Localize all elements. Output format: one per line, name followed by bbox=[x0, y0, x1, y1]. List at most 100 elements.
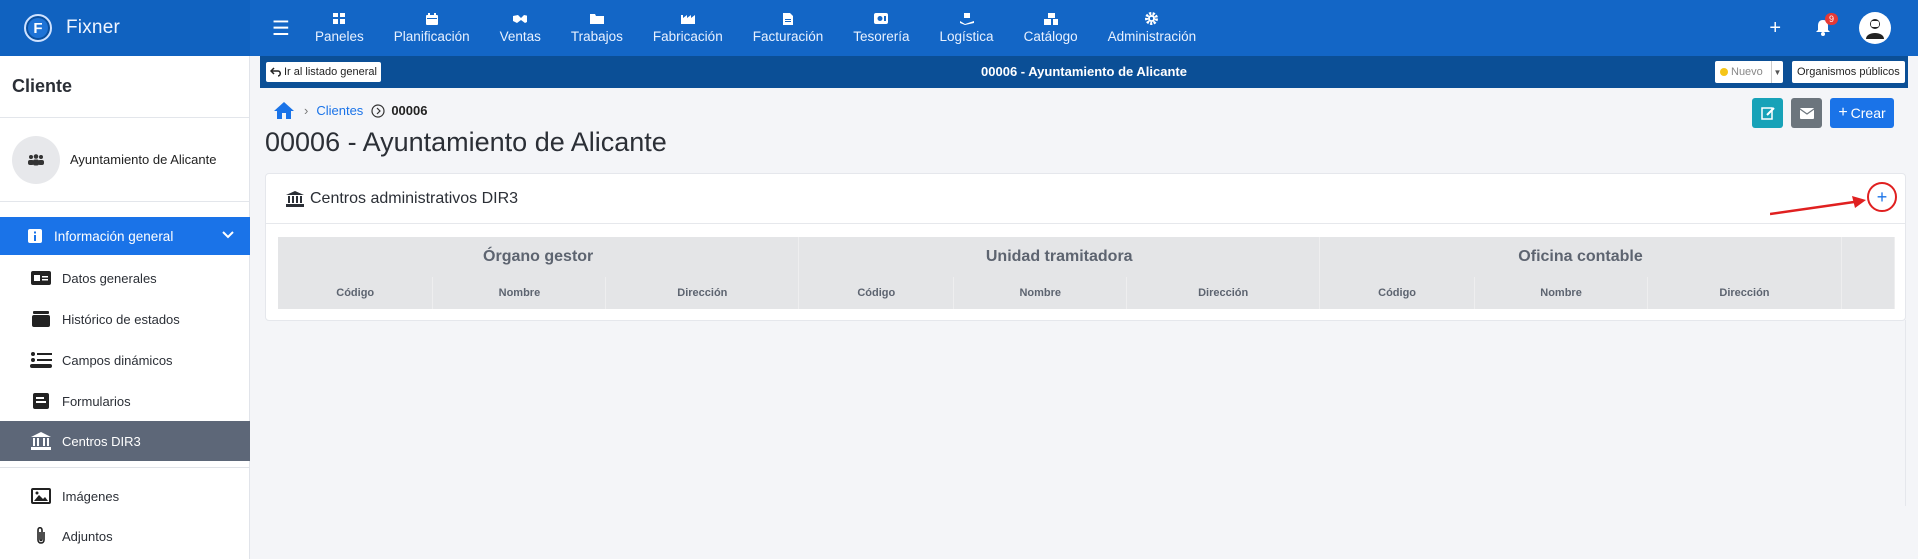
users-icon bbox=[28, 153, 44, 165]
client-header: Ayuntamiento de Alicante bbox=[0, 118, 249, 202]
main-nav: Paneles Planificación Ventas Trabajos Fa… bbox=[300, 0, 1211, 56]
column-header-direccion[interactable]: Dirección bbox=[605, 277, 800, 309]
sidebar-item-label: Campos dinámicos bbox=[62, 352, 173, 368]
client-name: Ayuntamiento de Alicante bbox=[70, 152, 217, 167]
column-header-nombre[interactable]: Nombre bbox=[1474, 277, 1648, 309]
nav-item-facturacion[interactable]: Facturación bbox=[738, 0, 839, 56]
create-button-label: Crear bbox=[1850, 105, 1886, 121]
sidebar-item-label: Datos generales bbox=[62, 270, 157, 286]
envelope-icon bbox=[1799, 107, 1814, 119]
column-header-nombre[interactable]: Nombre bbox=[953, 277, 1128, 309]
column-header-codigo[interactable]: Código bbox=[278, 277, 434, 309]
column-header-direccion[interactable]: Dirección bbox=[1647, 277, 1842, 309]
sidebar-item-label: Centros DIR3 bbox=[62, 433, 141, 449]
nav-item-paneles[interactable]: Paneles bbox=[300, 0, 379, 56]
group-header-unidad-tramitadora: Unidad tramitadora bbox=[798, 237, 1321, 277]
dolly-icon bbox=[959, 12, 974, 25]
create-button[interactable]: + Crear bbox=[1830, 98, 1894, 128]
quick-add-icon[interactable]: + bbox=[1769, 17, 1781, 40]
user-icon bbox=[1866, 19, 1884, 39]
sidebar-item-label: Formularios bbox=[62, 393, 131, 409]
nav-label: Logística bbox=[939, 28, 994, 44]
annotation-arrow-icon bbox=[1770, 196, 1866, 216]
sidebar-item-label: Histórico de estados bbox=[62, 311, 180, 327]
column-header-nombre[interactable]: Nombre bbox=[432, 277, 607, 309]
status-value: Nuevo bbox=[1731, 66, 1763, 78]
column-header-codigo[interactable]: Código bbox=[1319, 277, 1476, 309]
notifications-button[interactable]: 9 bbox=[1815, 13, 1839, 37]
layers-icon bbox=[30, 310, 52, 328]
nav-label: Fabricación bbox=[652, 28, 723, 44]
calendar-icon bbox=[425, 12, 439, 25]
institution-icon bbox=[30, 432, 52, 450]
sidebar-item-imagenes[interactable]: Imágenes bbox=[0, 476, 250, 516]
image-icon bbox=[30, 487, 52, 505]
cash-icon bbox=[874, 13, 889, 25]
info-icon bbox=[28, 229, 42, 243]
breadcrumb-current: 00006 bbox=[391, 103, 428, 118]
nav-label: Trabajos bbox=[570, 28, 623, 44]
nav-label: Ventas bbox=[499, 28, 541, 44]
dashboard-icon bbox=[332, 13, 346, 25]
record-title: 00006 - Ayuntamiento de Alicante bbox=[981, 64, 1187, 79]
nav-item-catalogo[interactable]: Catálogo bbox=[1009, 0, 1093, 56]
nav-label: Administración bbox=[1107, 28, 1197, 44]
breadcrumb-separator-icon: › bbox=[304, 103, 309, 118]
folder-icon bbox=[589, 13, 604, 25]
nav-item-planificacion[interactable]: Planificación bbox=[379, 0, 485, 56]
breadcrumb-clientes-link[interactable]: Clientes bbox=[316, 103, 363, 118]
nav-item-ventas[interactable]: Ventas bbox=[485, 0, 556, 56]
card-edge bbox=[1905, 320, 1906, 506]
chevron-down-icon bbox=[222, 227, 234, 242]
organismos-publicos-button[interactable]: Organismos públicos bbox=[1792, 61, 1905, 83]
nav-label: Catálogo bbox=[1023, 28, 1078, 44]
fixner-logo-icon: F bbox=[24, 14, 52, 42]
caret-down-icon[interactable]: ▼ bbox=[1771, 61, 1783, 83]
edit-button[interactable] bbox=[1752, 98, 1783, 128]
factory-icon bbox=[680, 13, 695, 25]
column-header-direccion[interactable]: Dirección bbox=[1126, 277, 1321, 309]
nav-label: Facturación bbox=[752, 28, 824, 44]
sidebar-item-centros-dir3[interactable]: Centros DIR3 bbox=[0, 421, 250, 461]
group-header-oficina-contable: Oficina contable bbox=[1319, 237, 1842, 277]
table-group-header-row: Órgano gestor Unidad tramitadora Oficina… bbox=[278, 237, 1896, 309]
sidebar-item-adjuntos[interactable]: Adjuntos bbox=[0, 516, 250, 556]
status-select[interactable]: Nuevo ▼ bbox=[1715, 61, 1783, 83]
section-label: Información general bbox=[54, 228, 174, 244]
sidebar-item-campos-dinamicos[interactable]: Campos dinámicos bbox=[0, 340, 250, 380]
sidebar-item-historico-de-estados[interactable]: Histórico de estados bbox=[0, 299, 250, 339]
sidebar-item-label: Imágenes bbox=[62, 488, 120, 504]
actions-column-header bbox=[1841, 237, 1896, 309]
nav-item-logistica[interactable]: Logística bbox=[925, 0, 1009, 56]
brand[interactable]: F Fixner bbox=[0, 0, 250, 56]
nav-label: Planificación bbox=[393, 28, 470, 44]
plus-icon: + bbox=[1876, 186, 1888, 207]
list-toggle-icon bbox=[30, 351, 52, 369]
paperclip-icon bbox=[30, 527, 52, 545]
page-actions: + Crear bbox=[1752, 98, 1894, 128]
nav-item-administracion[interactable]: Administración bbox=[1093, 0, 1212, 56]
sidebar-item-datos-generales[interactable]: Datos generales bbox=[0, 258, 250, 298]
institution-icon bbox=[286, 190, 304, 207]
home-icon[interactable] bbox=[274, 102, 294, 119]
status-dot bbox=[1720, 68, 1728, 76]
nav-item-tesoreria[interactable]: Tesorería bbox=[838, 0, 924, 56]
client-avatar bbox=[12, 135, 60, 184]
nav-label: Paneles bbox=[315, 28, 364, 44]
gear-icon bbox=[1145, 12, 1159, 25]
sidebar-item-formularios[interactable]: Formularios bbox=[0, 381, 250, 421]
add-dir3-center-button[interactable]: + bbox=[1867, 182, 1897, 212]
user-avatar[interactable] bbox=[1859, 12, 1891, 44]
nav-item-trabajos[interactable]: Trabajos bbox=[556, 0, 638, 56]
sidebar-title: Cliente bbox=[0, 56, 249, 118]
sidebar: Cliente Ayuntamiento de Alicante Informa… bbox=[0, 56, 250, 559]
id-card-icon bbox=[30, 269, 52, 287]
menu-toggle-icon[interactable]: ☰ bbox=[272, 16, 290, 41]
form-icon bbox=[30, 392, 52, 410]
sidebar-section-informacion-general[interactable]: Información general bbox=[0, 217, 250, 255]
nav-item-fabricacion[interactable]: Fabricación bbox=[638, 0, 738, 56]
page-title: 00006 - Ayuntamiento de Alicante bbox=[265, 127, 667, 157]
email-button[interactable] bbox=[1791, 98, 1822, 128]
column-header-codigo[interactable]: Código bbox=[798, 277, 955, 309]
nav-label: Tesorería bbox=[853, 28, 910, 44]
